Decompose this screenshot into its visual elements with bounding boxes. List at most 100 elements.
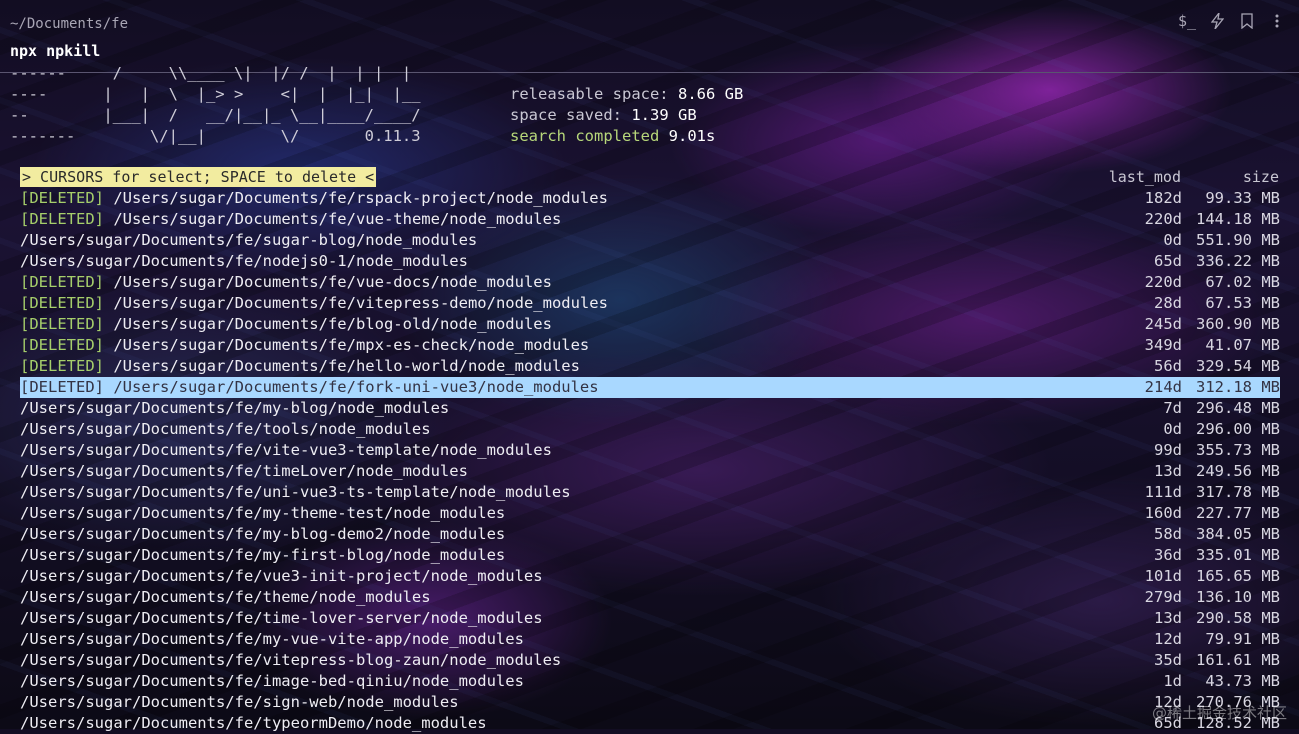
stats-panel: releasable space: 8.66 GB space saved: 1… bbox=[510, 84, 743, 147]
result-path: /Users/sugar/Documents/fe/vitepress-blog… bbox=[20, 651, 562, 669]
header-toolbar: $_ bbox=[1178, 12, 1285, 30]
result-last-mod: 279d bbox=[1144, 588, 1182, 606]
result-row[interactable]: /Users/sugar/Documents/fe/vite-vue3-temp… bbox=[20, 440, 1280, 461]
search-status-time: 9.01s bbox=[668, 127, 716, 145]
result-last-mod: 36d bbox=[1154, 546, 1182, 564]
result-row[interactable]: /Users/sugar/Documents/fe/sign-web/node_… bbox=[20, 692, 1280, 713]
result-last-mod: 28d bbox=[1154, 294, 1182, 312]
result-size: 312.18 MB bbox=[1196, 378, 1280, 396]
deleted-tag: [DELETED] bbox=[20, 273, 104, 291]
result-size: 249.56 MB bbox=[1196, 462, 1280, 480]
banner-line: ------ / \\____ \| |/ / | | | | bbox=[10, 64, 412, 82]
result-size: 79.91 MB bbox=[1205, 630, 1280, 648]
result-path: /Users/sugar/Documents/fe/vite-vue3-temp… bbox=[20, 441, 552, 459]
deleted-tag: [DELETED] bbox=[20, 357, 104, 375]
deleted-tag: [DELETED] bbox=[20, 189, 104, 207]
result-row[interactable]: [DELETED] /Users/sugar/Documents/fe/blog… bbox=[20, 314, 1280, 335]
result-size: 384.05 MB bbox=[1196, 525, 1280, 543]
results-list: [DELETED] /Users/sugar/Documents/fe/rspa… bbox=[20, 188, 1280, 734]
result-size: 67.53 MB bbox=[1205, 294, 1280, 312]
working-directory: ~/Documents/fe bbox=[10, 16, 129, 32]
result-path: /Users/sugar/Documents/fe/nodejs0-1/node… bbox=[20, 252, 468, 270]
result-row[interactable]: [DELETED] /Users/sugar/Documents/fe/vue-… bbox=[20, 209, 1280, 230]
more-vertical-icon[interactable] bbox=[1269, 12, 1285, 30]
result-size: 99.33 MB bbox=[1205, 189, 1280, 207]
result-row[interactable]: /Users/sugar/Documents/fe/my-blog-demo2/… bbox=[20, 524, 1280, 545]
result-last-mod: 245d bbox=[1144, 315, 1182, 333]
command-line: npx npkill bbox=[10, 42, 101, 60]
result-path: /Users/sugar/Documents/fe/typeormDemo/no… bbox=[20, 714, 487, 732]
result-size: 136.10 MB bbox=[1196, 588, 1280, 606]
result-row[interactable]: [DELETED] /Users/sugar/Documents/fe/fork… bbox=[20, 377, 1280, 398]
result-row[interactable]: [DELETED] /Users/sugar/Documents/fe/vite… bbox=[20, 293, 1280, 314]
search-status-label: search completed bbox=[510, 127, 660, 145]
result-row[interactable]: [DELETED] /Users/sugar/Documents/fe/vue-… bbox=[20, 272, 1280, 293]
result-size: 290.58 MB bbox=[1196, 609, 1280, 627]
result-last-mod: 99d bbox=[1154, 441, 1182, 459]
result-row[interactable]: /Users/sugar/Documents/fe/time-lover-ser… bbox=[20, 608, 1280, 629]
result-path: /Users/sugar/Documents/fe/blog-old/node_… bbox=[113, 315, 552, 333]
lightning-icon[interactable] bbox=[1209, 12, 1225, 30]
deleted-tag: [DELETED] bbox=[20, 315, 104, 333]
npkill-ascii-banner: ------ / \\____ \| |/ / | | | | ---- | | … bbox=[10, 63, 421, 147]
result-last-mod: 12d bbox=[1154, 630, 1182, 648]
result-row[interactable]: [DELETED] /Users/sugar/Documents/fe/mpx-… bbox=[20, 335, 1280, 356]
result-last-mod: 58d bbox=[1154, 525, 1182, 543]
dollar-prompt-icon[interactable]: $_ bbox=[1178, 12, 1196, 30]
result-last-mod: 0d bbox=[1163, 420, 1182, 438]
space-saved-label: space saved: bbox=[510, 106, 622, 124]
result-row[interactable]: [DELETED] /Users/sugar/Documents/fe/rspa… bbox=[20, 188, 1280, 209]
result-row[interactable]: /Users/sugar/Documents/fe/vitepress-blog… bbox=[20, 650, 1280, 671]
result-path: /Users/sugar/Documents/fe/my-blog-demo2/… bbox=[20, 525, 506, 543]
result-row[interactable]: /Users/sugar/Documents/fe/image-bed-qini… bbox=[20, 671, 1280, 692]
bookmark-icon[interactable] bbox=[1239, 12, 1255, 30]
result-path: /Users/sugar/Documents/fe/sugar-blog/nod… bbox=[20, 231, 478, 249]
result-size: 43.73 MB bbox=[1205, 672, 1280, 690]
result-path: /Users/sugar/Documents/fe/my-blog/node_m… bbox=[20, 399, 450, 417]
result-row[interactable]: /Users/sugar/Documents/fe/sugar-blog/nod… bbox=[20, 230, 1280, 251]
result-row[interactable]: /Users/sugar/Documents/fe/typeormDemo/no… bbox=[20, 713, 1280, 734]
result-row[interactable]: /Users/sugar/Documents/fe/my-blog/node_m… bbox=[20, 398, 1280, 419]
releasable-space: releasable space: 8.66 GB bbox=[510, 84, 743, 105]
result-row[interactable]: /Users/sugar/Documents/fe/nodejs0-1/node… bbox=[20, 251, 1280, 272]
result-row[interactable]: /Users/sugar/Documents/fe/uni-vue3-ts-te… bbox=[20, 482, 1280, 503]
search-status: search completed 9.01s bbox=[510, 126, 743, 147]
result-last-mod: 101d bbox=[1144, 567, 1182, 585]
result-row[interactable]: /Users/sugar/Documents/fe/tools/node_mod… bbox=[20, 419, 1280, 440]
result-last-mod: 160d bbox=[1144, 504, 1182, 522]
result-path: /Users/sugar/Documents/fe/hello-world/no… bbox=[113, 357, 580, 375]
result-row[interactable]: /Users/sugar/Documents/fe/my-first-blog/… bbox=[20, 545, 1280, 566]
result-last-mod: 214d bbox=[1144, 378, 1182, 396]
releasable-space-value: 8.66 GB bbox=[677, 85, 744, 103]
result-row[interactable]: /Users/sugar/Documents/fe/theme/node_mod… bbox=[20, 587, 1280, 608]
result-path: /Users/sugar/Documents/fe/uni-vue3-ts-te… bbox=[20, 483, 571, 501]
deleted-tag: [DELETED] bbox=[20, 294, 104, 312]
result-path: /Users/sugar/Documents/fe/rspack-project… bbox=[113, 189, 608, 207]
result-last-mod: 35d bbox=[1154, 651, 1182, 669]
instruction-prompt: > CURSORS for select; SPACE to delete < bbox=[20, 167, 377, 187]
result-path: /Users/sugar/Documents/fe/mpx-es-check/n… bbox=[113, 336, 590, 354]
result-row[interactable]: /Users/sugar/Documents/fe/timeLover/node… bbox=[20, 461, 1280, 482]
result-last-mod: 0d bbox=[1163, 231, 1182, 249]
result-path: /Users/sugar/Documents/fe/vue-theme/node… bbox=[113, 210, 562, 228]
result-row[interactable]: /Users/sugar/Documents/fe/my-vue-vite-ap… bbox=[20, 629, 1280, 650]
watermark: @稀土掘金技术社区 bbox=[1151, 704, 1287, 722]
result-row[interactable]: [DELETED] /Users/sugar/Documents/fe/hell… bbox=[20, 356, 1280, 377]
result-row[interactable]: /Users/sugar/Documents/fe/vue3-init-proj… bbox=[20, 566, 1280, 587]
result-last-mod: 13d bbox=[1154, 462, 1182, 480]
result-path: /Users/sugar/Documents/fe/my-first-blog/… bbox=[20, 546, 506, 564]
result-last-mod: 182d bbox=[1144, 189, 1182, 207]
result-path: /Users/sugar/Documents/fe/vue-docs/node_… bbox=[113, 273, 552, 291]
result-path: /Users/sugar/Documents/fe/image-bed-qini… bbox=[20, 672, 524, 690]
result-size: 329.54 MB bbox=[1196, 357, 1280, 375]
result-last-mod: 7d bbox=[1163, 399, 1182, 417]
result-size: 336.22 MB bbox=[1196, 252, 1280, 270]
result-size: 335.01 MB bbox=[1196, 546, 1280, 564]
result-size: 41.07 MB bbox=[1205, 336, 1280, 354]
result-size: 296.48 MB bbox=[1196, 399, 1280, 417]
result-path: /Users/sugar/Documents/fe/fork-uni-vue3/… bbox=[113, 378, 599, 396]
result-size: 317.78 MB bbox=[1196, 483, 1280, 501]
result-path: /Users/sugar/Documents/fe/tools/node_mod… bbox=[20, 420, 431, 438]
result-row[interactable]: /Users/sugar/Documents/fe/my-theme-test/… bbox=[20, 503, 1280, 524]
column-header-size: size bbox=[1242, 168, 1279, 186]
